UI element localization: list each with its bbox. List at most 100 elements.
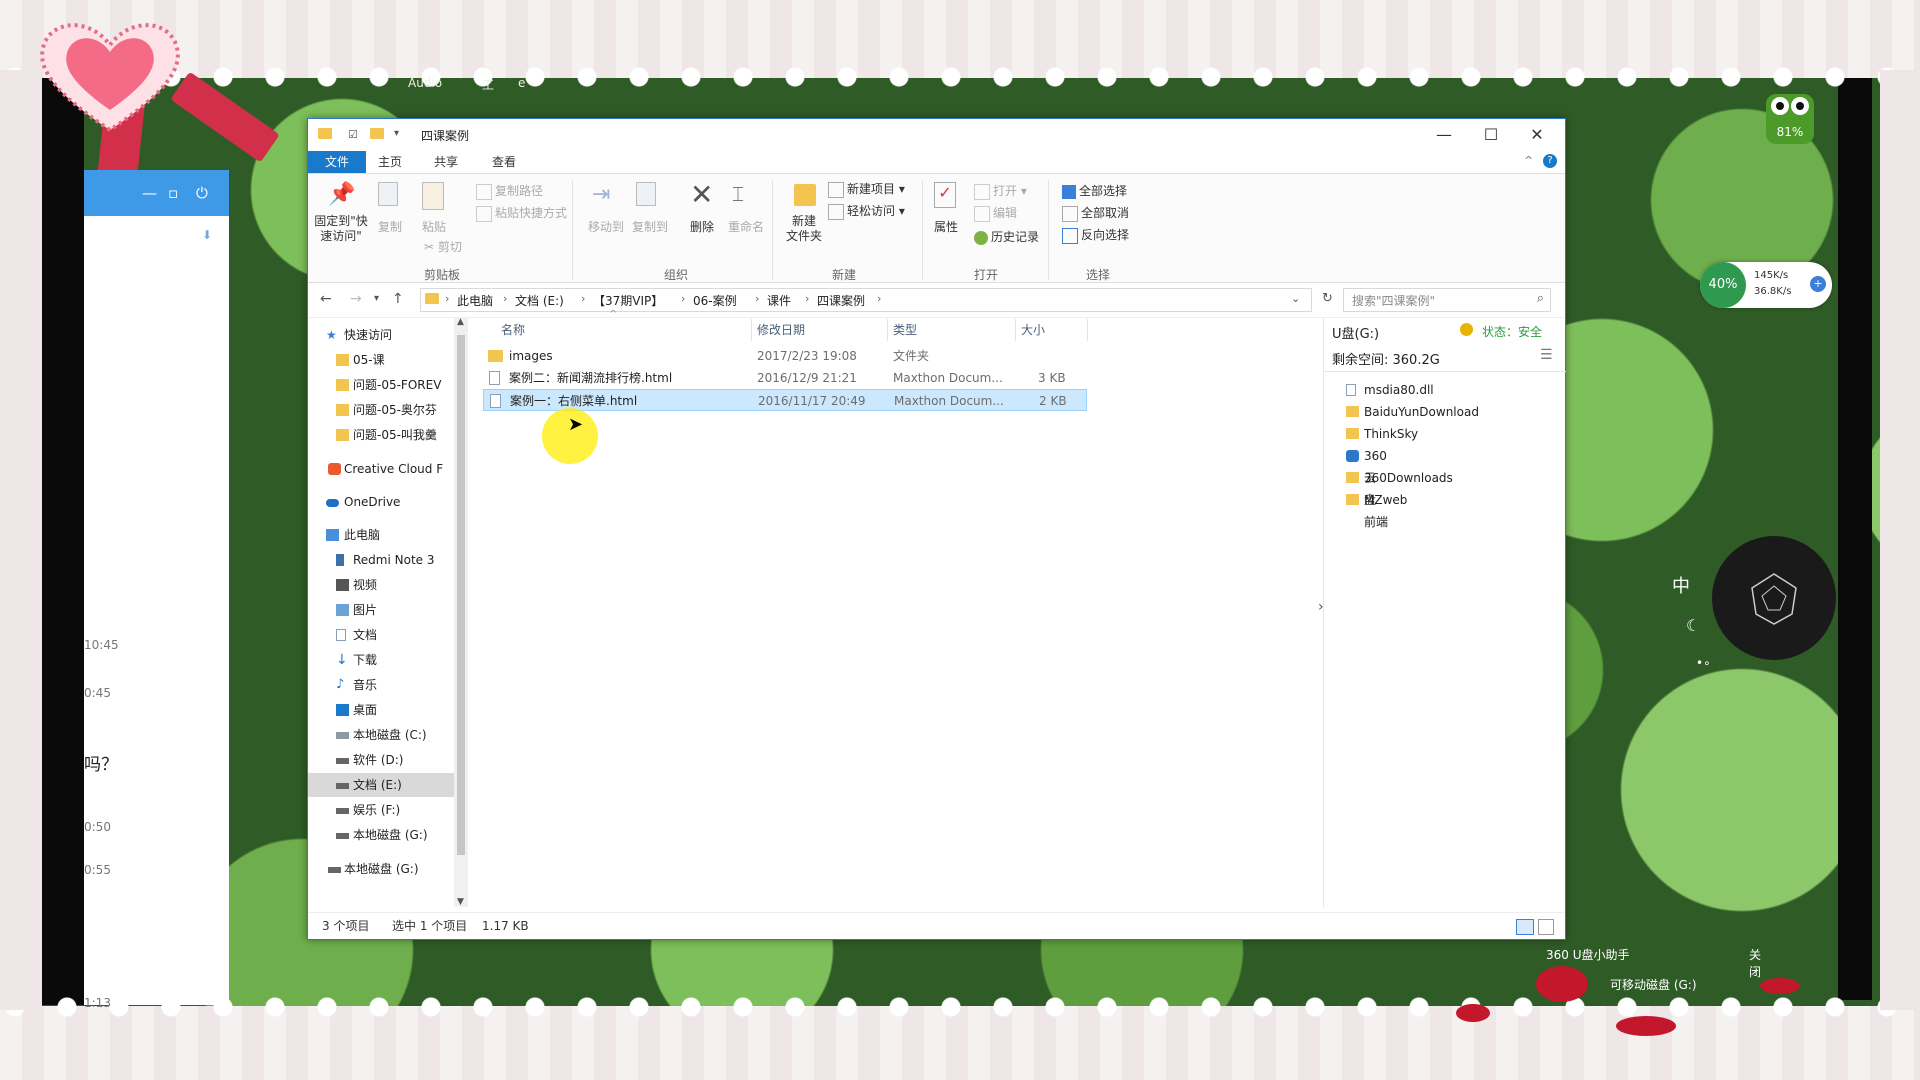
up-icon[interactable]: ↑ [392,291,404,307]
file-row[interactable]: images 2017/2/23 19:08 文件夹 [483,345,1087,367]
scrollbar-thumb[interactable] [457,335,465,855]
tab-file[interactable]: 文件 [308,151,366,173]
address-bar[interactable]: › 此电脑 › 文档 (E:) › 【37期VIP】 › 06-案例 › 课件 … [420,288,1312,312]
column-separator[interactable] [751,319,752,341]
nav-onedrive[interactable]: OneDrive [308,490,454,514]
new-item-button[interactable]: 新建项目 ▾ [828,180,905,198]
scroll-down-icon[interactable]: ▼ [457,897,464,907]
nav-pc-item[interactable]: 娱乐 (F:) [308,798,454,822]
easy-access-button[interactable]: 轻松访问 ▾ [828,202,905,220]
breadcrumb-docs-e[interactable]: 文档 (E:) [515,292,564,309]
minimize-icon[interactable]: — [142,184,157,202]
nav-creative-cloud[interactable]: Creative Cloud F [308,457,454,481]
new-folder-button[interactable]: 新建 文件夹 [786,214,822,244]
tab-view[interactable]: 查看 [478,151,530,173]
nav-this-pc[interactable]: 此电脑 [308,523,454,547]
collapse-ribbon-icon[interactable]: ^ [1524,154,1533,167]
column-name[interactable]: 名称 [501,317,525,343]
ime-indicator[interactable]: 中 [1672,572,1690,598]
column-type[interactable]: 类型 [893,317,917,343]
paste-button[interactable]: 粘贴 [422,218,446,235]
boost-icon[interactable]: + [1810,276,1826,292]
nav-pc-item[interactable]: Redmi Note 3 [308,548,454,572]
tab-home[interactable]: 主页 [364,151,416,173]
close-button[interactable]: ✕ [1514,123,1560,147]
minimize-button[interactable]: — [1421,123,1467,147]
select-all-button[interactable]: 全部选择 [1062,182,1127,199]
column-separator[interactable] [887,319,888,341]
nav-pc-item[interactable]: ↓ 下载 [308,648,454,672]
scroll-up-icon[interactable]: ▲ [457,317,464,327]
cut-button[interactable]: ✂ 剪切 [424,238,462,255]
select-none-button[interactable]: 全部取消 [1062,204,1129,222]
pin-quick-access-button[interactable]: 固定到"快速访问" [314,214,368,244]
nav-item-folder[interactable]: 问题-05-叫我羹 [308,423,454,447]
help-icon[interactable]: ? [1543,154,1557,168]
nav-item-folder[interactable]: 问题-05-奥尔芬 [308,398,454,422]
breadcrumb-06-cases[interactable]: 06-案例 [693,292,737,309]
nav-pc-item[interactable]: 图片 [308,598,454,622]
nav-pc-item-selected[interactable]: 文档 (E:) [308,773,454,797]
copy-button[interactable]: 复制 [378,218,402,235]
column-size[interactable]: 大小 [1021,317,1045,343]
column-separator[interactable] [1015,319,1016,341]
copy-path-icon [476,183,492,200]
search-box[interactable]: 搜索"四课案例" ⌕ [1343,288,1551,312]
properties-quick-icon[interactable]: ☑ [348,128,358,141]
nav-pc-item[interactable]: 文档 [308,623,454,647]
recent-locations-icon[interactable]: ▾ [374,293,379,304]
nav-drive-g[interactable]: 本地磁盘 (G:) [308,857,454,881]
nav-pc-item[interactable]: 本地磁盘 (G:) [308,823,454,847]
power-icon[interactable]: ⏻ [196,184,208,202]
move-to-button[interactable]: 移动到 [588,218,624,235]
properties-button[interactable]: 属性 [934,218,958,235]
desktop-orb-widget[interactable] [1712,536,1836,660]
maximize-icon[interactable]: ▫ [168,184,178,202]
moon-icon[interactable]: ☾ [1686,616,1700,635]
usb-helper-close[interactable]: 关闭 [1749,946,1761,980]
edit-button[interactable]: 编辑 [974,204,1017,222]
breadcrumb-current[interactable]: 四课案例 [817,292,865,309]
open-button[interactable]: 打开 ▾ [974,182,1027,200]
back-icon[interactable]: ← [320,291,332,307]
desktop-icon [336,704,349,716]
breadcrumb-courseware[interactable]: 课件 [767,292,791,309]
history-button[interactable]: 历史记录 [974,228,1039,245]
nav-pc-item[interactable]: 视频 [308,573,454,597]
owl-widget-icon[interactable]: 81% [1760,82,1820,152]
rose-decoration [1536,966,1588,1002]
forward-icon[interactable]: → [350,291,362,307]
maximize-button[interactable]: ☐ [1468,123,1514,147]
invert-selection-button[interactable]: 反向选择 [1062,226,1129,244]
breadcrumb-this-pc[interactable]: 此电脑 [457,292,493,309]
rename-button[interactable]: 重命名 [728,218,764,235]
tab-share[interactable]: 共享 [420,151,472,173]
search-icon[interactable]: ⌕ [1537,291,1544,306]
scroll-down-icon[interactable]: ⬇ [202,228,212,242]
menu-icon[interactable]: ☰ [1540,347,1553,363]
paste-shortcut-button[interactable]: 粘贴快捷方式 [476,204,567,222]
breadcrumb-37vip[interactable]: 【37期VIP】 [593,292,663,309]
network-speed-widget[interactable]: 40% 145K/s 36.8K/s + [1700,262,1832,308]
copy-to-button[interactable]: 复制到 [632,218,668,235]
delete-button[interactable]: 删除 [690,218,714,235]
column-modified[interactable]: 修改日期 [757,317,805,343]
address-dropdown-icon[interactable]: ⌄ [1291,292,1300,305]
dots-icon[interactable]: •∘ [1696,656,1711,670]
customize-quick-access-icon[interactable]: ▾ [394,128,399,139]
nav-pc-item[interactable]: 本地磁盘 (C:) [308,723,454,747]
nav-item-folder[interactable]: 问题-05-FOREV [308,373,454,397]
refresh-icon[interactable]: ↻ [1322,291,1333,306]
column-separator[interactable] [1087,319,1088,341]
nav-pc-item[interactable]: ♪ 音乐 [308,673,454,697]
nav-pc-item[interactable]: 桌面 [308,698,454,722]
copy-path-button[interactable]: 复制路径 [476,182,543,200]
nav-quick-access[interactable]: ★ 快速访问 [308,323,454,347]
nav-item-folder[interactable]: 05-课 [308,348,454,372]
nav-scrollbar[interactable]: ▲ ▼ [454,317,468,907]
nav-pc-item[interactable]: 软件 (D:) [308,748,454,772]
details-view-icon[interactable] [1516,919,1534,935]
new-folder-quick-icon[interactable] [370,128,384,143]
file-row[interactable]: 案例二：新闻潮流排行榜.html 2016/12/9 21:21 Maxthon… [483,367,1087,389]
large-icons-view-icon[interactable] [1538,919,1554,935]
